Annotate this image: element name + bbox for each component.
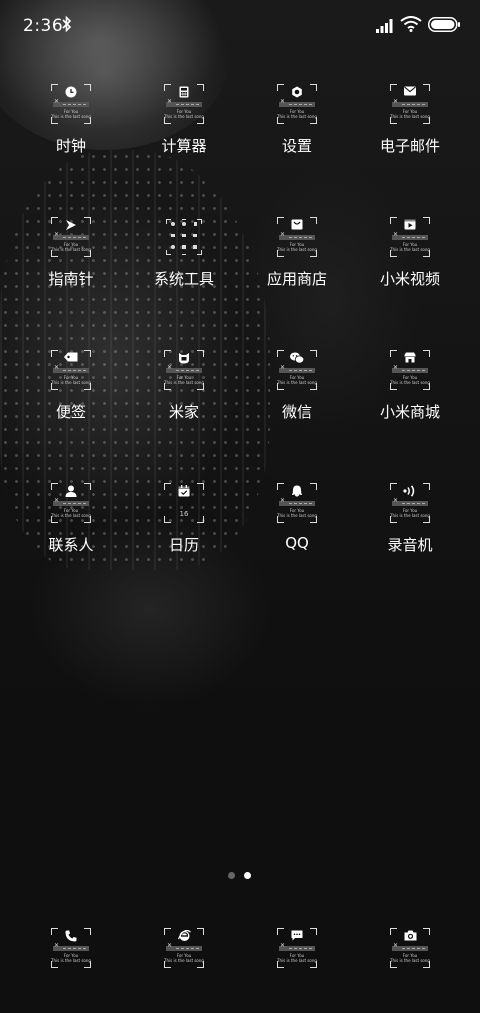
shop-icon bbox=[390, 352, 430, 364]
icon-frame: For You This is the last song bbox=[277, 928, 317, 968]
bluetooth-icon bbox=[62, 15, 72, 37]
icon-frame: For You This is the last song bbox=[277, 217, 317, 257]
icon-frame: For You This is the last song bbox=[277, 483, 317, 523]
app-contacts[interactable]: For You This is the last song 联系人 bbox=[11, 483, 131, 555]
wechat-icon bbox=[277, 352, 317, 364]
compass-icon bbox=[51, 219, 91, 231]
store-bag-icon bbox=[277, 219, 317, 231]
page-dot-2-current[interactable] bbox=[244, 872, 251, 879]
app-label: 米家 bbox=[168, 403, 199, 421]
app-label: 计算器 bbox=[161, 137, 207, 155]
app-label: QQ bbox=[285, 534, 309, 552]
recorder-icon bbox=[390, 485, 430, 497]
app-label: 联系人 bbox=[48, 536, 94, 554]
mail-icon bbox=[390, 86, 430, 98]
icon-frame: For You This is the last song bbox=[390, 84, 430, 124]
dock-phone[interactable]: For You This is the last song bbox=[11, 928, 131, 968]
icon-frame: For You This is the last song bbox=[164, 928, 204, 968]
icon-frame: For You This is the last song bbox=[277, 350, 317, 390]
tag-icon bbox=[51, 352, 91, 364]
icon-frame: For You This is the last song bbox=[390, 350, 430, 390]
icon-frame: For You This is the last song bbox=[277, 84, 317, 124]
app-label: 电子邮件 bbox=[379, 137, 440, 155]
signal-icon bbox=[376, 18, 396, 37]
tools-folder-icon bbox=[164, 217, 204, 257]
app-compass[interactable]: For You This is the last song 指南针 bbox=[11, 217, 131, 289]
gear-icon bbox=[277, 86, 317, 98]
browser-icon bbox=[164, 930, 204, 942]
app-label: 应用商店 bbox=[266, 270, 327, 288]
app-label: 设置 bbox=[281, 137, 312, 155]
app-label: 日历 bbox=[168, 536, 199, 554]
app-mi-store[interactable]: For You This is the last song 小米商城 bbox=[350, 350, 470, 422]
message-icon bbox=[277, 930, 317, 942]
app-label: 系统工具 bbox=[153, 270, 214, 288]
app-label: 时钟 bbox=[55, 137, 86, 155]
icon-frame: For You This is the last song bbox=[390, 928, 430, 968]
icon-frame: For You This is the last song bbox=[164, 84, 204, 124]
dock-browser[interactable]: For You This is the last song bbox=[124, 928, 244, 968]
contact-icon bbox=[51, 485, 91, 497]
app-label: 小米视频 bbox=[379, 270, 440, 288]
app-recorder[interactable]: For You This is the last song 录音机 bbox=[350, 483, 470, 555]
icon-frame: For You This is the last song bbox=[51, 350, 91, 390]
app-app-store[interactable]: For You This is the last song 应用商店 bbox=[237, 217, 357, 289]
page-dot-1[interactable] bbox=[228, 872, 235, 879]
icon-frame: For You This is the last song bbox=[390, 217, 430, 257]
app-clock[interactable]: For You This is the last song 时钟 bbox=[11, 84, 131, 156]
page-indicator[interactable] bbox=[228, 872, 254, 880]
dock-camera[interactable]: For You This is the last song bbox=[350, 928, 470, 968]
clock-icon bbox=[51, 86, 91, 98]
app-mijia[interactable]: For You This is the last song 米家 bbox=[124, 350, 244, 422]
calculator-icon bbox=[164, 86, 204, 98]
app-wechat[interactable]: For You This is the last song 微信 bbox=[237, 350, 357, 422]
app-label: 小米商城 bbox=[379, 403, 440, 421]
app-email[interactable]: For You This is the last song 电子邮件 bbox=[350, 84, 470, 156]
qq-icon bbox=[277, 485, 317, 497]
app-calculator[interactable]: For You This is the last song 计算器 bbox=[124, 84, 244, 156]
app-label: 微信 bbox=[281, 403, 312, 421]
app-label: 便签 bbox=[55, 403, 86, 421]
calendar-icon bbox=[164, 485, 204, 497]
app-label: 指南针 bbox=[48, 270, 94, 288]
status-time: 2:36 bbox=[23, 16, 64, 36]
dock-messages[interactable]: For You This is the last song bbox=[237, 928, 357, 968]
app-settings[interactable]: For You This is the last song 设置 bbox=[237, 84, 357, 156]
icon-frame: For You This is the last song bbox=[51, 928, 91, 968]
mijia-icon bbox=[164, 352, 204, 364]
status-bar: 2:36 bbox=[0, 0, 480, 52]
icon-frame: For You This is the last song bbox=[51, 217, 91, 257]
app-notes[interactable]: For You This is the last song 便签 bbox=[11, 350, 131, 422]
app-mi-video[interactable]: For You This is the last song 小米视频 bbox=[350, 217, 470, 289]
icon-frame: For You This is the last song bbox=[51, 483, 91, 523]
battery-icon bbox=[428, 17, 460, 36]
app-qq[interactable]: For You This is the last song QQ bbox=[237, 483, 357, 552]
calendar-day: 16 bbox=[179, 510, 189, 518]
wifi-icon bbox=[400, 16, 422, 36]
folder-system-tools[interactable]: 系统工具 bbox=[124, 217, 244, 289]
app-calendar[interactable]: 16 日历 bbox=[124, 483, 244, 555]
app-label: 录音机 bbox=[387, 536, 433, 554]
phone-icon bbox=[51, 930, 91, 942]
video-icon bbox=[390, 219, 430, 231]
camera-icon bbox=[390, 930, 430, 942]
icon-frame: For You This is the last song bbox=[164, 350, 204, 390]
icon-frame: For You This is the last song bbox=[390, 483, 430, 523]
icon-frame: 16 bbox=[164, 483, 204, 523]
icon-frame: For You This is the last song bbox=[51, 84, 91, 124]
